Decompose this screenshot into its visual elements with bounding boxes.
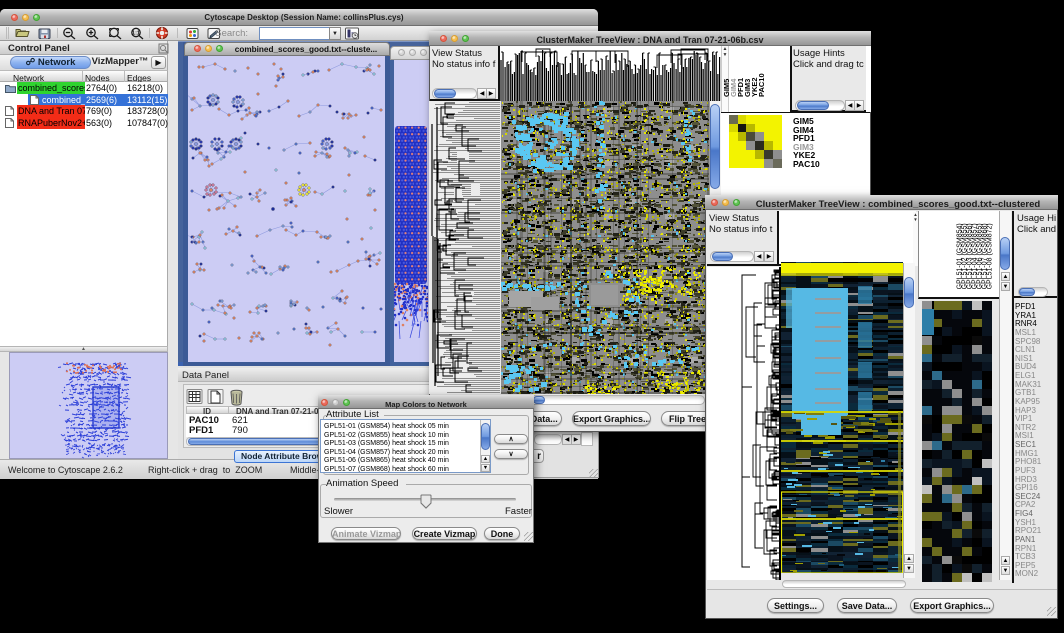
svg-text:Search:: Search: bbox=[215, 28, 248, 39]
svg-text:1:1: 1:1 bbox=[132, 31, 140, 37]
